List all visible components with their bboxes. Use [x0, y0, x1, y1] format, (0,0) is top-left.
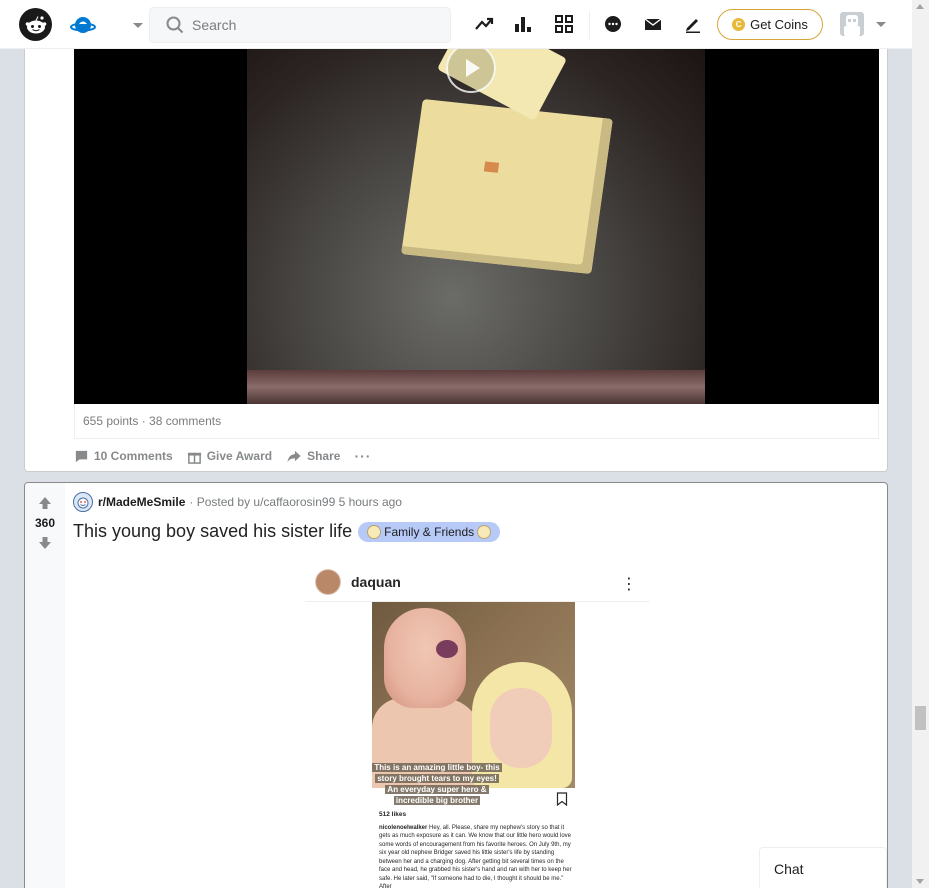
stats-icon[interactable] [512, 13, 534, 35]
get-coins-label: Get Coins [750, 17, 808, 32]
popular-icon[interactable] [473, 13, 495, 35]
comments-label: 10 Comments [94, 449, 173, 463]
vote-count: 360 [34, 516, 56, 530]
emoji-icon [477, 524, 492, 539]
coin-icon: C [732, 18, 746, 31]
embed-caption: This is an amazing little boy- this stor… [372, 763, 502, 805]
more-options-icon[interactable]: ··· [354, 448, 371, 464]
rpan-icon[interactable] [553, 13, 575, 35]
search-icon [166, 16, 184, 34]
embed-likes: 512 likes [379, 811, 407, 818]
vote-column: 360 [25, 483, 65, 888]
user-avatar[interactable] [840, 12, 864, 36]
embedded-image[interactable]: daquan ⋮ This is an amazing little boy- … [305, 563, 650, 888]
chat-label: Chat [774, 861, 804, 877]
post-actions: 10 Comments Give Award Share ··· [74, 444, 385, 468]
get-coins-button[interactable]: C Get Coins [717, 9, 823, 40]
embed-text: 512 likes nicolenoelwalker Hey, all. Ple… [379, 811, 575, 888]
chat-icon[interactable] [602, 13, 624, 35]
bookmark-icon [556, 792, 568, 811]
post-card-image[interactable]: 360 r/MadeMeSmile · Posted by u/caffaoro… [24, 482, 888, 888]
header-divider [589, 11, 590, 39]
mail-icon[interactable] [642, 13, 664, 35]
share-icon [287, 450, 301, 462]
give-award-label: Give Award [206, 449, 273, 463]
comments-button[interactable]: 10 Comments [74, 449, 173, 464]
more-vertical-icon: ⋮ [621, 576, 637, 593]
chevron-down-icon[interactable] [130, 18, 146, 32]
emoji-icon [367, 524, 382, 539]
flair-text: Family & Friends [384, 524, 475, 539]
user-menu-chevron-icon[interactable] [874, 18, 888, 36]
page-scrollbar[interactable] [912, 0, 929, 888]
embed-header: daquan ⋮ [305, 563, 650, 602]
scroll-down-arrow-icon[interactable] [916, 879, 924, 884]
embed-avatar [315, 569, 341, 595]
downvote-icon[interactable] [37, 535, 53, 551]
search-bar[interactable] [149, 7, 451, 43]
embed-photo [372, 602, 575, 788]
share-button[interactable]: Share [286, 449, 340, 464]
community-icon[interactable] [70, 12, 96, 38]
comment-icon [75, 450, 88, 462]
reddit-logo-icon[interactable] [19, 8, 52, 41]
scroll-up-arrow-icon[interactable] [916, 4, 924, 9]
video-frame [247, 49, 705, 404]
embed-body-text: Hey, all. Please, share my nephew's stor… [379, 824, 572, 888]
video-bottom-edge [247, 370, 705, 404]
search-input[interactable] [192, 17, 432, 33]
gift-icon [187, 452, 201, 464]
post-title[interactable]: This young boy saved his sister life Fam… [73, 521, 501, 542]
create-post-icon[interactable] [682, 13, 704, 35]
post-card-video: 655 points · 38 comments 10 Comments Giv… [24, 49, 888, 472]
upvote-icon[interactable] [37, 495, 53, 511]
post-flair[interactable]: Family & Friends [358, 521, 501, 542]
points-comments-text: 655 points · 38 comments [83, 414, 222, 428]
subreddit-avatar[interactable] [73, 492, 93, 512]
post-title-text: This young boy saved his sister life [73, 521, 353, 541]
give-award-button[interactable]: Give Award [187, 449, 272, 464]
posted-by-text[interactable]: · Posted by u/caffaorosin99 5 hours ago [189, 495, 402, 509]
scrollbar-thumb[interactable] [915, 706, 926, 730]
top-header: C Get Coins [0, 0, 912, 49]
embed-body-user: nicolenoelwalker [379, 824, 428, 831]
crosspost-meta[interactable]: 655 points · 38 comments [74, 404, 879, 439]
subreddit-link[interactable]: r/MadeMeSmile [98, 495, 185, 509]
chat-widget[interactable]: Chat [759, 847, 887, 888]
share-label: Share [307, 449, 341, 463]
video-player[interactable] [74, 49, 879, 404]
embed-username: daquan [351, 574, 401, 590]
post-meta-line: r/MadeMeSmile · Posted by u/caffaorosin9… [73, 492, 402, 512]
video-object [401, 99, 613, 274]
